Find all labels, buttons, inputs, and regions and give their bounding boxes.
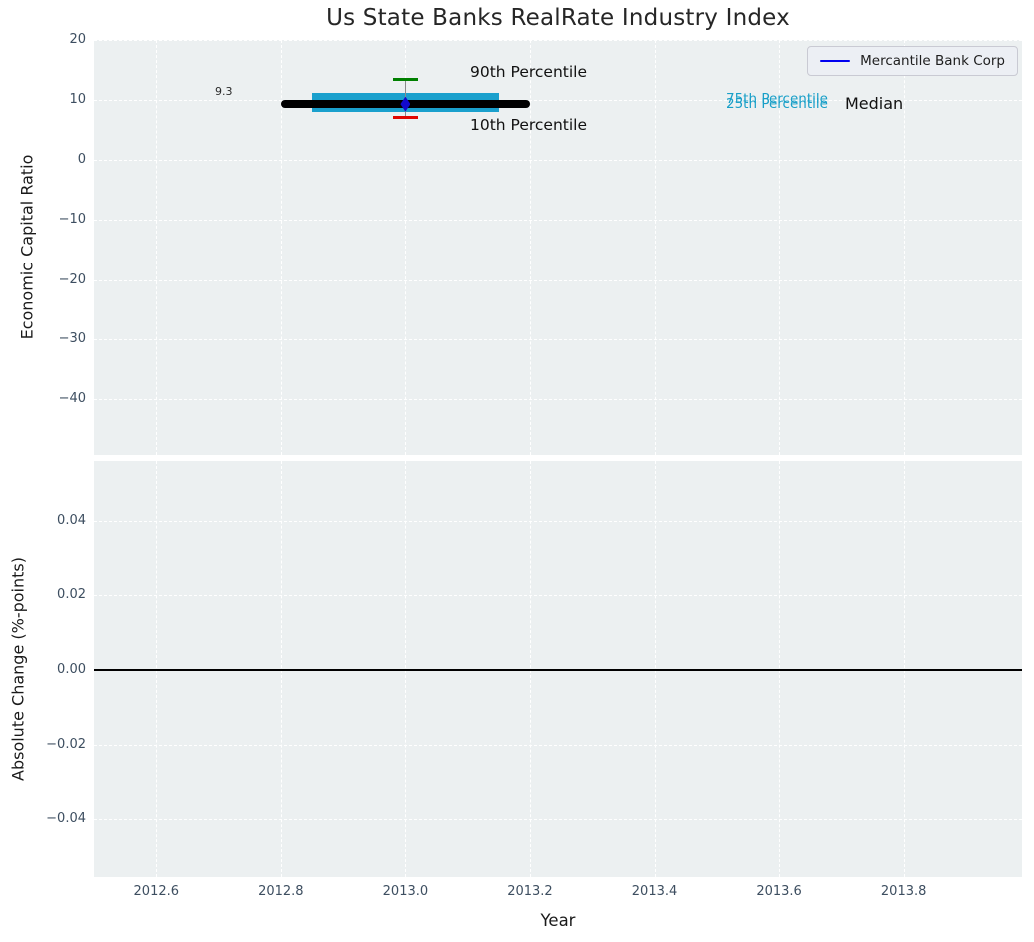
x-tick-label: 2012.8 — [246, 884, 316, 900]
y-gridline — [94, 220, 1022, 221]
p25-annotation: 25th Percentile — [726, 96, 828, 112]
y-gridline — [94, 745, 1022, 746]
x-tick-label: 2013.4 — [620, 884, 690, 900]
y-tick-label: −30 — [16, 331, 86, 347]
top-plot-area: Mercantile Bank Corp 90th Percentile 10t… — [94, 40, 1022, 455]
y-gridline — [94, 595, 1022, 596]
whisker-cap-bottom — [393, 116, 418, 119]
y-tick-label: −20 — [16, 272, 86, 288]
y-tick-label: −0.04 — [16, 811, 86, 827]
p90-annotation: 90th Percentile — [470, 63, 587, 81]
x-tick-label: 2013.0 — [370, 884, 440, 900]
y-gridline — [94, 280, 1022, 281]
legend-label: Mercantile Bank Corp — [860, 53, 1005, 69]
y-tick-label: 0.02 — [16, 587, 86, 603]
y-tick-label: 0 — [16, 152, 86, 168]
y-gridline — [94, 399, 1022, 400]
y-gridline — [94, 521, 1022, 522]
y-gridline — [94, 160, 1022, 161]
x-gridline — [904, 40, 905, 455]
y-tick-label: 0.04 — [16, 513, 86, 529]
bottom-plot-area — [94, 461, 1022, 877]
y-tick-label: 10 — [16, 92, 86, 108]
legend: Mercantile Bank Corp — [807, 46, 1018, 76]
x-tick-label: 2012.6 — [121, 884, 191, 900]
x-tick-label: 2013.6 — [744, 884, 814, 900]
chart-title: Us State Banks RealRate Industry Index — [94, 5, 1022, 31]
x-gridline — [156, 40, 157, 455]
whisker-cap-top — [393, 78, 418, 81]
median-annotation: Median — [845, 94, 903, 113]
x-tick-label: 2013.8 — [869, 884, 939, 900]
y-tick-label: −0.02 — [16, 737, 86, 753]
figure: Us State Banks RealRate Industry Index E… — [0, 0, 1034, 942]
zero-line — [94, 669, 1022, 671]
y-gridline — [94, 339, 1022, 340]
x-gridline — [530, 40, 531, 455]
p10-annotation: 10th Percentile — [470, 116, 587, 134]
y-tick-label: 20 — [16, 32, 86, 48]
y-gridline — [94, 40, 1022, 41]
y-tick-label: 0.00 — [16, 662, 86, 678]
y-tick-label: −10 — [16, 212, 86, 228]
x-gridline — [655, 40, 656, 455]
x-axis-label: Year — [94, 911, 1022, 930]
x-tick-label: 2013.2 — [495, 884, 565, 900]
y-tick-label: −40 — [16, 391, 86, 407]
value-annotation: 9.3 — [215, 85, 233, 98]
legend-line-sample — [820, 60, 850, 63]
top-y-axis-label: Economic Capital Ratio — [18, 155, 37, 340]
y-gridline — [94, 819, 1022, 820]
